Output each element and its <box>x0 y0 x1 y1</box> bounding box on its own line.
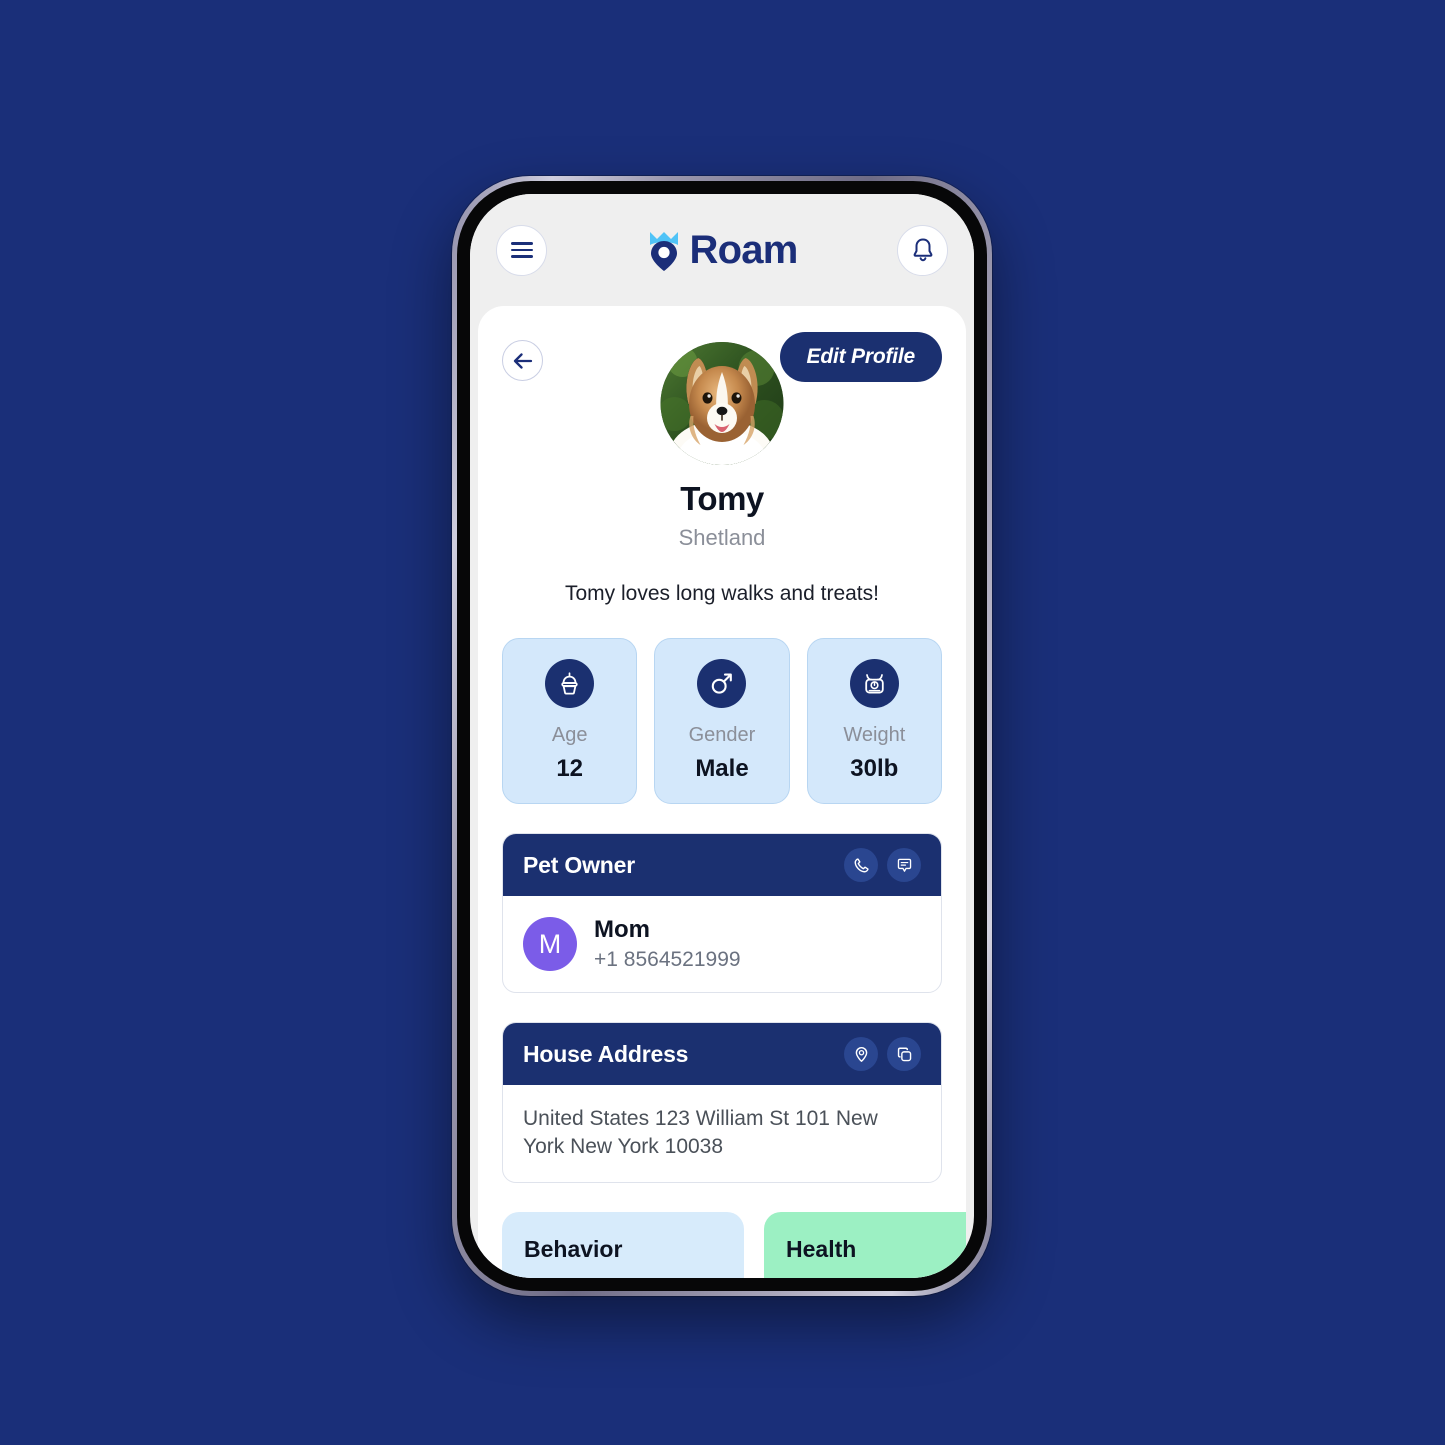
health-title: Health <box>786 1235 857 1262</box>
male-gender-icon <box>697 659 747 708</box>
pet-owner-row[interactable]: M Mom +1 8564521999 <box>503 896 941 992</box>
health-card: Health Allergies No Medication No <box>764 1211 966 1278</box>
hamburger-menu-icon <box>510 242 533 258</box>
menu-button[interactable] <box>496 224 547 276</box>
stat-card-gender[interactable]: Gender Male <box>654 638 790 804</box>
phone-icon <box>854 857 869 872</box>
house-address-title: House Address <box>523 1040 689 1067</box>
brand-logo: Roam <box>647 228 798 273</box>
profile-content-card: Edit Profile Tomy Shetland Tomy loves lo… <box>478 306 966 1278</box>
app-header: Roam <box>470 194 974 306</box>
pet-photo <box>660 342 784 465</box>
copy-address-button[interactable] <box>887 1037 921 1071</box>
pet-avatar <box>660 342 784 465</box>
profile-top-bar: Edit Profile <box>502 332 942 465</box>
stat-label-weight: Weight <box>843 724 906 746</box>
pet-owner-header: Pet Owner <box>503 834 941 896</box>
edit-profile-button[interactable]: Edit Profile <box>779 332 942 382</box>
back-button[interactable] <box>502 340 543 381</box>
cupcake-icon <box>545 659 595 708</box>
stat-label-age: Age <box>551 724 588 746</box>
owner-name: Mom <box>594 916 650 943</box>
pet-stats-row: Age 12 Gender Male Weight 30lb <box>502 638 942 804</box>
stat-value-age: 12 <box>556 755 584 782</box>
house-address-text: United States 123 William St 101 New Yor… <box>523 1107 878 1159</box>
copy-icon <box>897 1047 911 1061</box>
notifications-button[interactable] <box>897 224 948 276</box>
call-owner-button[interactable] <box>844 848 878 882</box>
stat-label-gender: Gender <box>688 724 756 746</box>
location-pin-icon <box>855 1046 867 1062</box>
stat-value-weight: 30lb <box>850 755 899 782</box>
message-bubble-icon <box>897 858 911 872</box>
weight-scale-icon <box>849 659 899 708</box>
behavior-card: Behavior Good With Kids Yes Good With Do… <box>502 1211 744 1278</box>
arrow-left-icon <box>513 352 532 369</box>
behavior-title: Behavior <box>524 1235 623 1262</box>
page-background: Roam Edit Profile Tomy Shetland Tomy lov… <box>0 0 1445 1445</box>
stat-value-gender: Male <box>695 755 749 782</box>
phone-device: Roam Edit Profile Tomy Shetland Tomy lov… <box>452 176 992 1296</box>
phone-bezel: Roam Edit Profile Tomy Shetland Tomy lov… <box>457 181 987 1291</box>
house-address-card: House Address United States 123 William … <box>502 1022 942 1183</box>
message-owner-button[interactable] <box>887 848 921 882</box>
phone-screen: Roam Edit Profile Tomy Shetland Tomy lov… <box>470 194 974 1278</box>
pet-breed: Shetland <box>678 525 766 550</box>
stat-card-weight[interactable]: Weight 30lb <box>806 638 942 804</box>
house-address-header: House Address <box>503 1023 941 1085</box>
stat-card-age[interactable]: Age 12 <box>502 638 638 804</box>
owner-phone: +1 8564521999 <box>594 948 741 971</box>
pet-owner-actions <box>844 848 921 882</box>
pet-owner-card: Pet Owner M Mom +1 8564521999 <box>502 833 942 993</box>
pet-name: Tomy <box>680 480 764 517</box>
owner-avatar: M <box>523 917 577 971</box>
bell-icon <box>913 238 932 262</box>
house-address-actions <box>844 1037 921 1071</box>
brand-name: Roam <box>689 227 799 272</box>
owner-details: Mom +1 8564521999 <box>594 916 741 972</box>
roam-pin-logo-icon <box>647 230 681 271</box>
behavior-health-row: Behavior Good With Kids Yes Good With Do… <box>502 1211 966 1278</box>
pet-owner-title: Pet Owner <box>523 851 635 878</box>
open-map-button[interactable] <box>844 1037 878 1071</box>
pet-bio: Tomy loves long walks and treats! <box>565 582 879 605</box>
